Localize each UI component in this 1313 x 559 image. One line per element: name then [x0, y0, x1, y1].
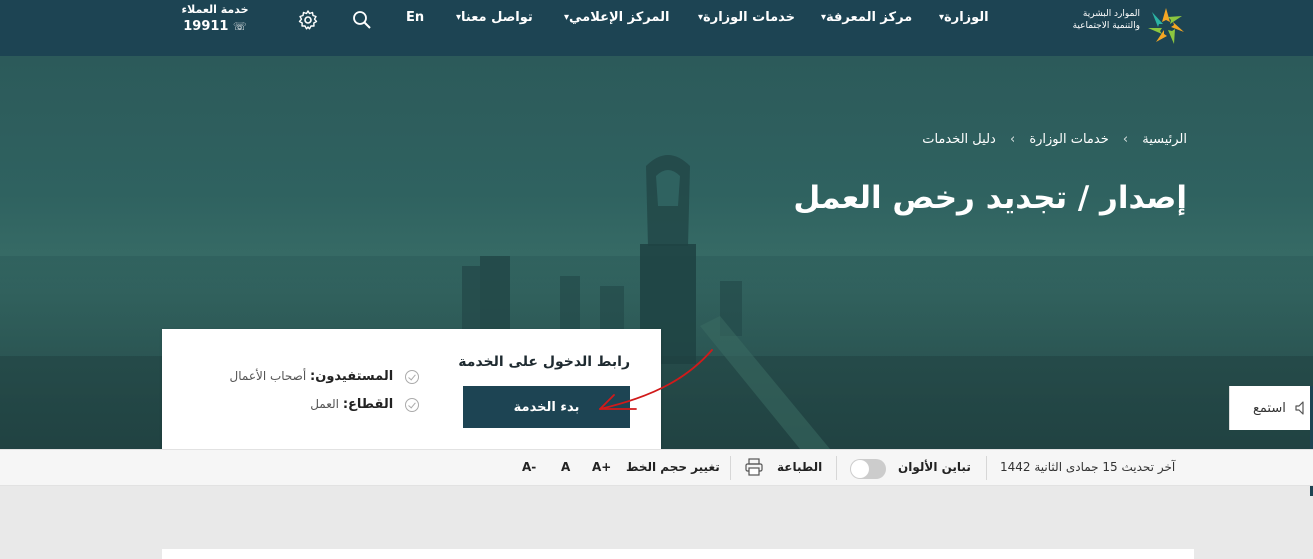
chevron-down-icon: ▾: [698, 12, 704, 23]
print-label[interactable]: الطباعة: [777, 460, 822, 474]
chevron-down-icon: ▾: [456, 12, 462, 23]
service-access-card: رابط الدخول على الخدمة بدء الخدمة المستف…: [162, 329, 661, 450]
check-circle-icon: [405, 397, 419, 412]
font-size-label: تغيير حجم الخط: [626, 460, 720, 474]
speaker-icon: [1295, 401, 1304, 415]
logo-emblem-icon: [1148, 8, 1184, 44]
nav-label: المركز الإعلامي: [569, 10, 670, 25]
logo-text: الموارد البشرية والتنمية الاجتماعية: [1040, 8, 1140, 32]
beneficiaries-value: أصحاب الأعمال: [229, 369, 307, 383]
chevron-down-icon: ▾: [939, 12, 945, 23]
breadcrumb-separator: ›: [1122, 132, 1129, 147]
breadcrumb-home[interactable]: الرئيسية: [1142, 132, 1187, 147]
breadcrumb: الرئيسية › خدمات الوزارة › دليل الخدمات: [922, 132, 1187, 147]
top-navigation-bar: الموارد البشرية والتنمية الاجتماعية الوز…: [0, 0, 1313, 56]
hotline-number-row: 19911 ☏: [170, 19, 260, 34]
phone-icon: ☏: [233, 20, 247, 33]
toggle-knob: [851, 460, 869, 478]
chevron-down-icon: ▾: [821, 12, 827, 23]
contrast-toggle[interactable]: [850, 459, 886, 479]
nav-ministry[interactable]: الوزارة▾: [935, 10, 989, 25]
font-increase-button[interactable]: A+: [592, 460, 611, 474]
logo-line-1: الموارد البشرية: [1082, 9, 1140, 19]
nav-media-center[interactable]: المركز الإعلامي▾: [560, 10, 669, 25]
font-reset-button[interactable]: A: [561, 460, 570, 474]
chevron-down-icon: ▾: [564, 12, 570, 23]
nav-label: مركز المعرفة: [826, 10, 913, 25]
printer-icon[interactable]: [744, 457, 764, 477]
breadcrumb-services-guide[interactable]: دليل الخدمات: [922, 132, 996, 147]
nav-knowledge-center[interactable]: مركز المعرفة▾: [817, 10, 912, 25]
last-update-text: آخر تحديث 15 جمادى الثانية 1442: [1000, 460, 1176, 474]
nav-label: تواصل معنا: [461, 10, 533, 25]
hotline-label: خدمة العملاء: [181, 3, 249, 16]
accessibility-toolbar: آخر تحديث 15 جمادى الثانية 1442 تباين ال…: [0, 449, 1313, 486]
annotation-arrow-icon: [599, 349, 713, 410]
breadcrumb-ministry-services[interactable]: خدمات الوزارة: [1029, 132, 1108, 147]
listen-label: استمع: [1253, 401, 1286, 416]
check-circle-icon: [405, 369, 419, 384]
content-card: [162, 549, 1194, 559]
logo-line-2: والتنمية الاجتماعية: [1072, 21, 1140, 31]
listen-button[interactable]: استمع: [1229, 386, 1313, 430]
contrast-label: تباين الألوان: [898, 460, 971, 474]
nav-contact-us[interactable]: تواصل معنا▾: [452, 10, 533, 25]
font-decrease-button[interactable]: A-: [522, 460, 536, 474]
ministry-logo[interactable]: الموارد البشرية والتنمية الاجتماعية: [1040, 2, 1190, 48]
gear-icon[interactable]: [297, 9, 319, 31]
customer-service-hotline[interactable]: خدمة العملاء 19911 ☏: [170, 3, 260, 34]
beneficiaries-row: المستفيدون: أصحاب الأعمال: [230, 369, 419, 384]
nav-ministry-services[interactable]: خدمات الوزارة▾: [694, 10, 795, 25]
hotline-number: 19911: [183, 19, 229, 34]
nav-label: الوزارة: [944, 10, 989, 25]
search-icon[interactable]: [351, 9, 373, 31]
language-switch[interactable]: En: [406, 10, 424, 25]
sector-row: القطاع: العمل: [310, 397, 419, 412]
toolbar-divider: [986, 456, 987, 480]
toolbar-divider: [836, 456, 837, 480]
toolbar-divider: [730, 456, 731, 480]
sector-label: القطاع:: [342, 397, 394, 412]
page-title: إصدار / تجديد رخص العمل: [793, 180, 1187, 216]
breadcrumb-separator: ›: [1009, 132, 1016, 147]
sector-value: العمل: [310, 397, 340, 411]
nav-label: خدمات الوزارة: [703, 10, 796, 25]
beneficiaries-label: المستفيدون:: [310, 369, 394, 384]
